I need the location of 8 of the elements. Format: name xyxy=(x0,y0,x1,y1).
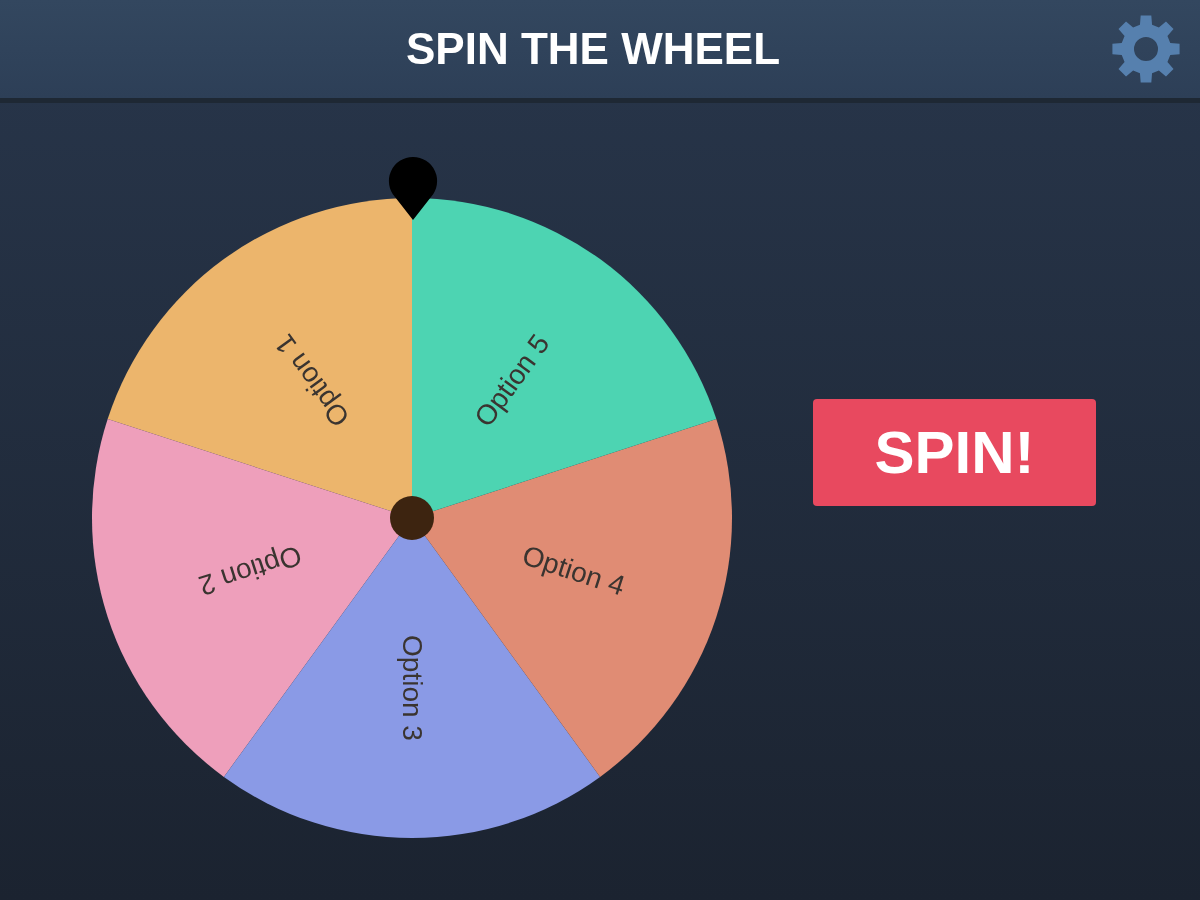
hub-dot-icon xyxy=(390,496,434,540)
pointer-icon xyxy=(388,157,438,220)
segment-label: Option 3 xyxy=(396,635,428,741)
app-title: SPIN THE WHEEL xyxy=(406,24,781,74)
segment-label: Option 2 xyxy=(195,539,306,602)
segment-label: Option 4 xyxy=(518,539,629,602)
spin-button[interactable]: SPIN! xyxy=(813,399,1096,506)
settings-icon[interactable] xyxy=(1112,15,1180,83)
